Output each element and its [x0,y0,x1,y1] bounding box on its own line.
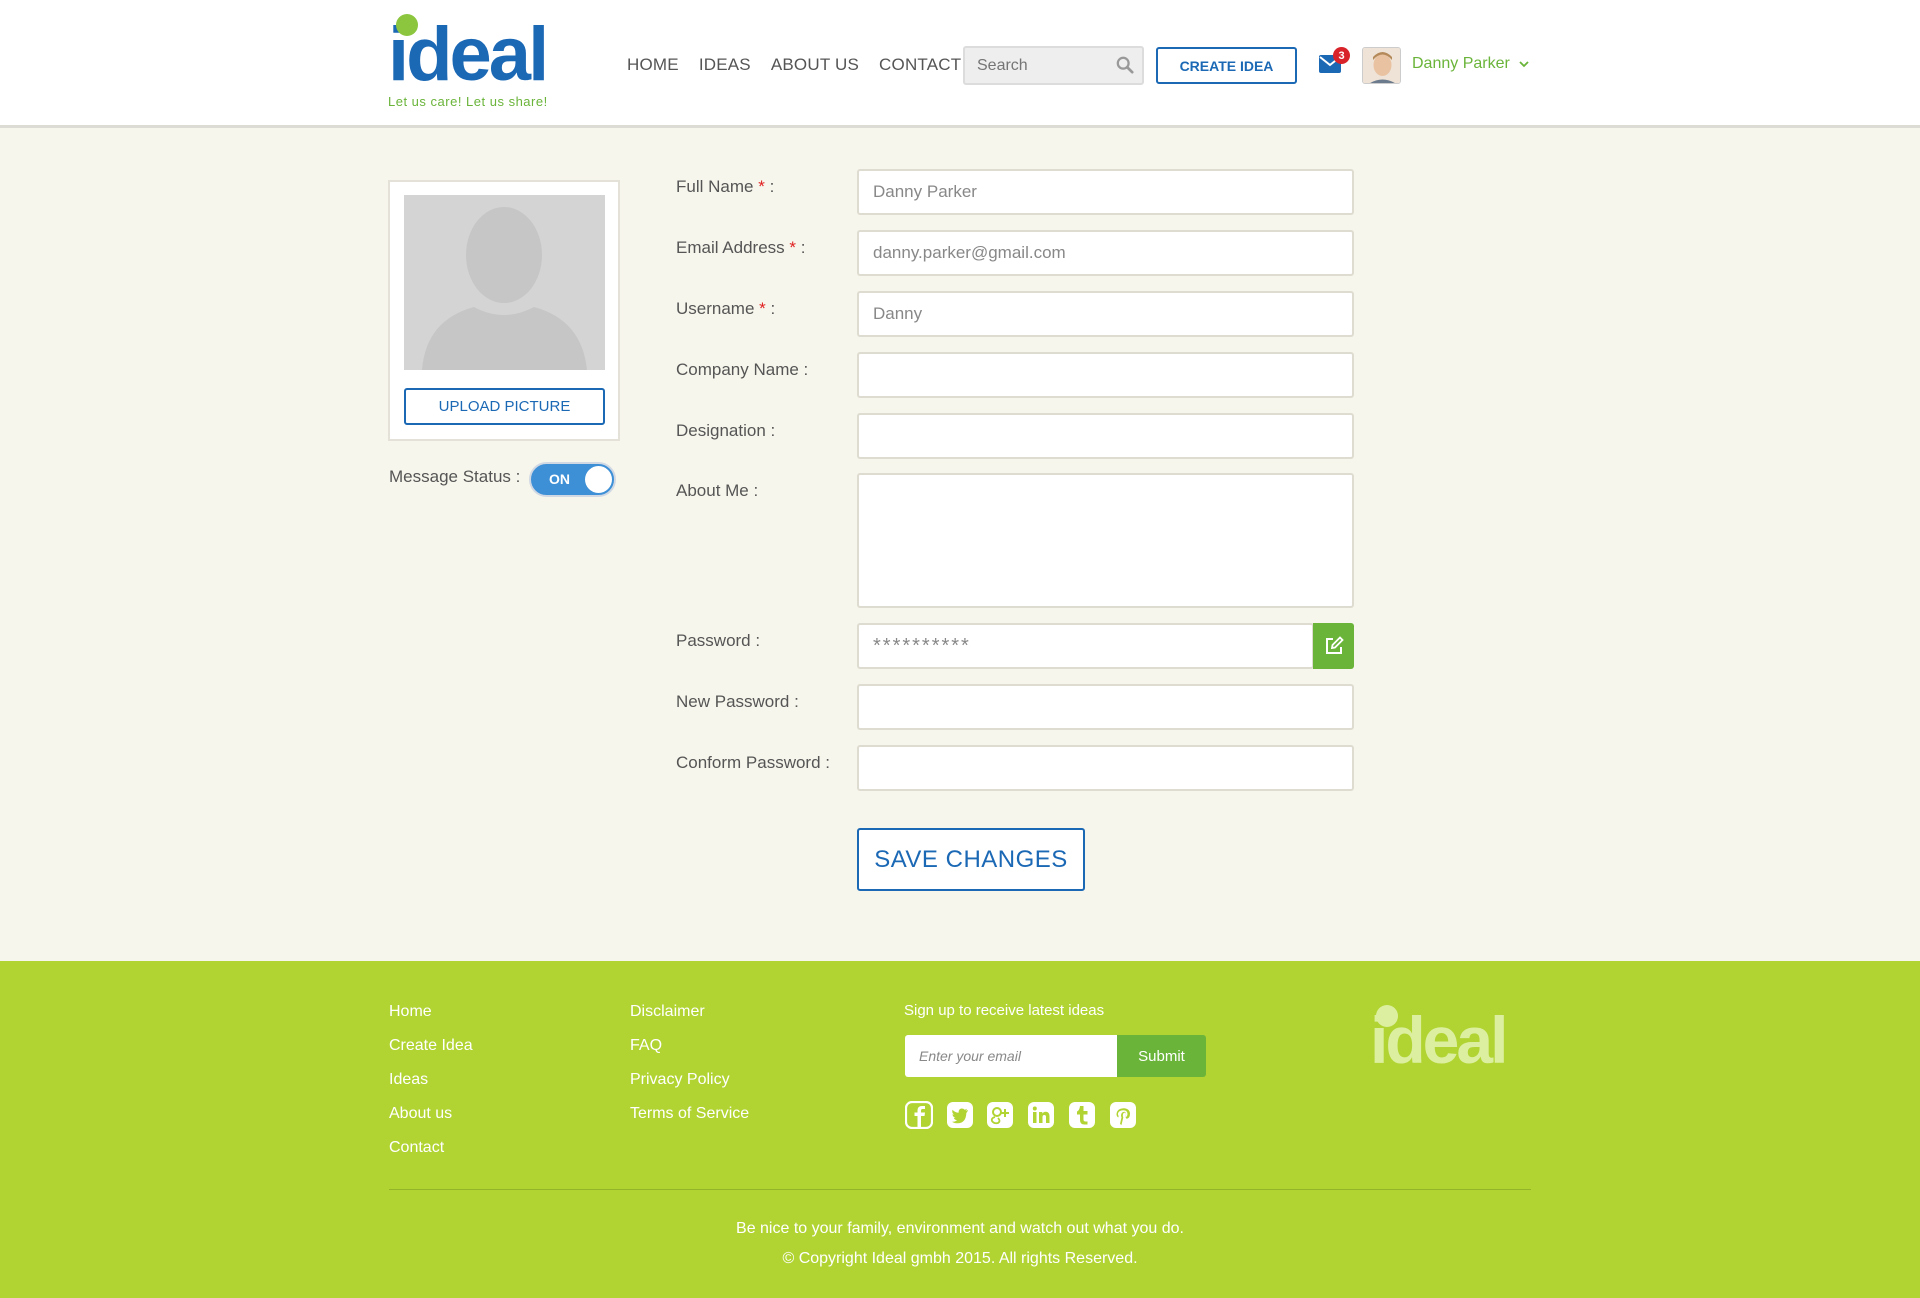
footer-link-faq[interactable]: FAQ [630,1037,662,1055]
full-name-field[interactable]: Danny Parker [857,169,1354,215]
save-changes-button[interactable]: SAVE CHANGES [857,828,1085,891]
footer-divider [389,1189,1531,1190]
username-label-text: Username [676,299,755,318]
footer-link-create-idea[interactable]: Create Idea [389,1037,473,1055]
email-label: Email Address * : [676,238,806,258]
username-label: Username * : [676,299,775,319]
avatar-image [1363,48,1400,83]
label-colon: : [800,238,806,257]
nav-home[interactable]: HOME [627,55,679,75]
mail-count-badge: 3 [1333,47,1350,64]
email-field[interactable]: danny.parker@gmail.com [857,230,1354,276]
label-colon: : [770,299,776,318]
required-marker: * [758,177,765,196]
confirm-password-label: Conform Password : [676,753,830,772]
search-icon[interactable] [1116,56,1134,74]
search-input[interactable] [965,48,1105,83]
chevron-down-icon[interactable] [1518,58,1530,70]
user-name[interactable]: Danny Parker [1412,55,1510,73]
footer-link-disclaimer[interactable]: Disclaimer [630,1003,705,1021]
google-plus-icon[interactable] [986,1101,1014,1129]
footer-link-ideas[interactable]: Ideas [389,1071,428,1089]
confirm-password-field[interactable] [857,745,1354,791]
edit-password-button[interactable] [1313,623,1354,669]
profile-picture-card: UPLOAD PICTURE [388,180,620,441]
newsletter-email-input[interactable]: Enter your email [905,1035,1117,1077]
twitter-icon[interactable] [946,1101,974,1129]
brand-logo[interactable]: ideal Let us care! Let us share! [388,10,558,116]
toggle-state-text: ON [549,471,570,487]
newsletter-submit-button[interactable]: Submit [1117,1035,1206,1077]
site-header: ideal Let us care! Let us share! HOME ID… [0,0,1920,128]
logo-dot [396,14,418,36]
upload-picture-button[interactable]: UPLOAD PICTURE [404,388,605,425]
linkedin-icon[interactable] [1027,1101,1055,1129]
logo-tagline: Let us care! Let us share! [388,94,548,109]
full-name-label: Full Name * : [676,177,774,197]
new-password-label: New Password : [676,692,799,711]
create-idea-button[interactable]: CREATE IDEA [1156,47,1297,84]
required-marker: * [789,238,797,257]
nav-ideas[interactable]: IDEAS [699,55,751,75]
pinterest-icon[interactable] [1109,1101,1137,1129]
email-label-text: Email Address [676,238,785,257]
label-colon: : [769,177,775,196]
new-password-field[interactable] [857,684,1354,730]
password-label: Password : [676,631,761,650]
required-marker: * [759,299,766,318]
footer-link-home[interactable]: Home [389,1003,432,1021]
main-nav: HOME IDEAS ABOUT US CONTACT [627,55,961,75]
newsletter-heading: Sign up to receive latest ideas [904,1002,1105,1019]
footer-copyright: © Copyright Ideal gmbh 2015. All rights … [782,1250,1138,1267]
company-name-field[interactable] [857,352,1354,398]
about-me-label: About Me : [676,481,759,500]
designation-label: Designation : [676,421,776,440]
footer-link-contact[interactable]: Contact [389,1139,444,1157]
footer-link-about-us[interactable]: About us [389,1105,452,1123]
edit-icon [1325,636,1344,654]
footer-logo[interactable]: ideal [1370,1000,1532,1080]
password-field[interactable]: ********** [857,623,1314,669]
footer-tagline: Be nice to your family, environment and … [736,1220,1184,1237]
message-status-label: Message Status : [389,467,521,486]
full-name-label-text: Full Name [676,177,754,196]
message-status-toggle[interactable]: ON [529,462,616,497]
tumblr-icon[interactable] [1068,1101,1096,1129]
toggle-knob [585,466,612,493]
footer-link-privacy-policy[interactable]: Privacy Policy [630,1071,730,1089]
about-me-textarea[interactable] [857,473,1354,608]
nav-about-us[interactable]: ABOUT US [771,55,859,75]
footer-link-terms[interactable]: Terms of Service [630,1105,749,1123]
designation-field[interactable] [857,413,1354,459]
facebook-icon[interactable] [905,1101,933,1129]
company-name-label: Company Name : [676,360,809,379]
nav-contact[interactable]: CONTACT [879,55,961,75]
user-avatar[interactable] [1362,47,1401,84]
user-silhouette-icon [404,195,605,370]
footer-logo-dot [1376,1005,1398,1027]
search-box [963,46,1144,85]
profile-picture-placeholder [404,195,605,370]
username-field[interactable]: Danny [857,291,1354,337]
